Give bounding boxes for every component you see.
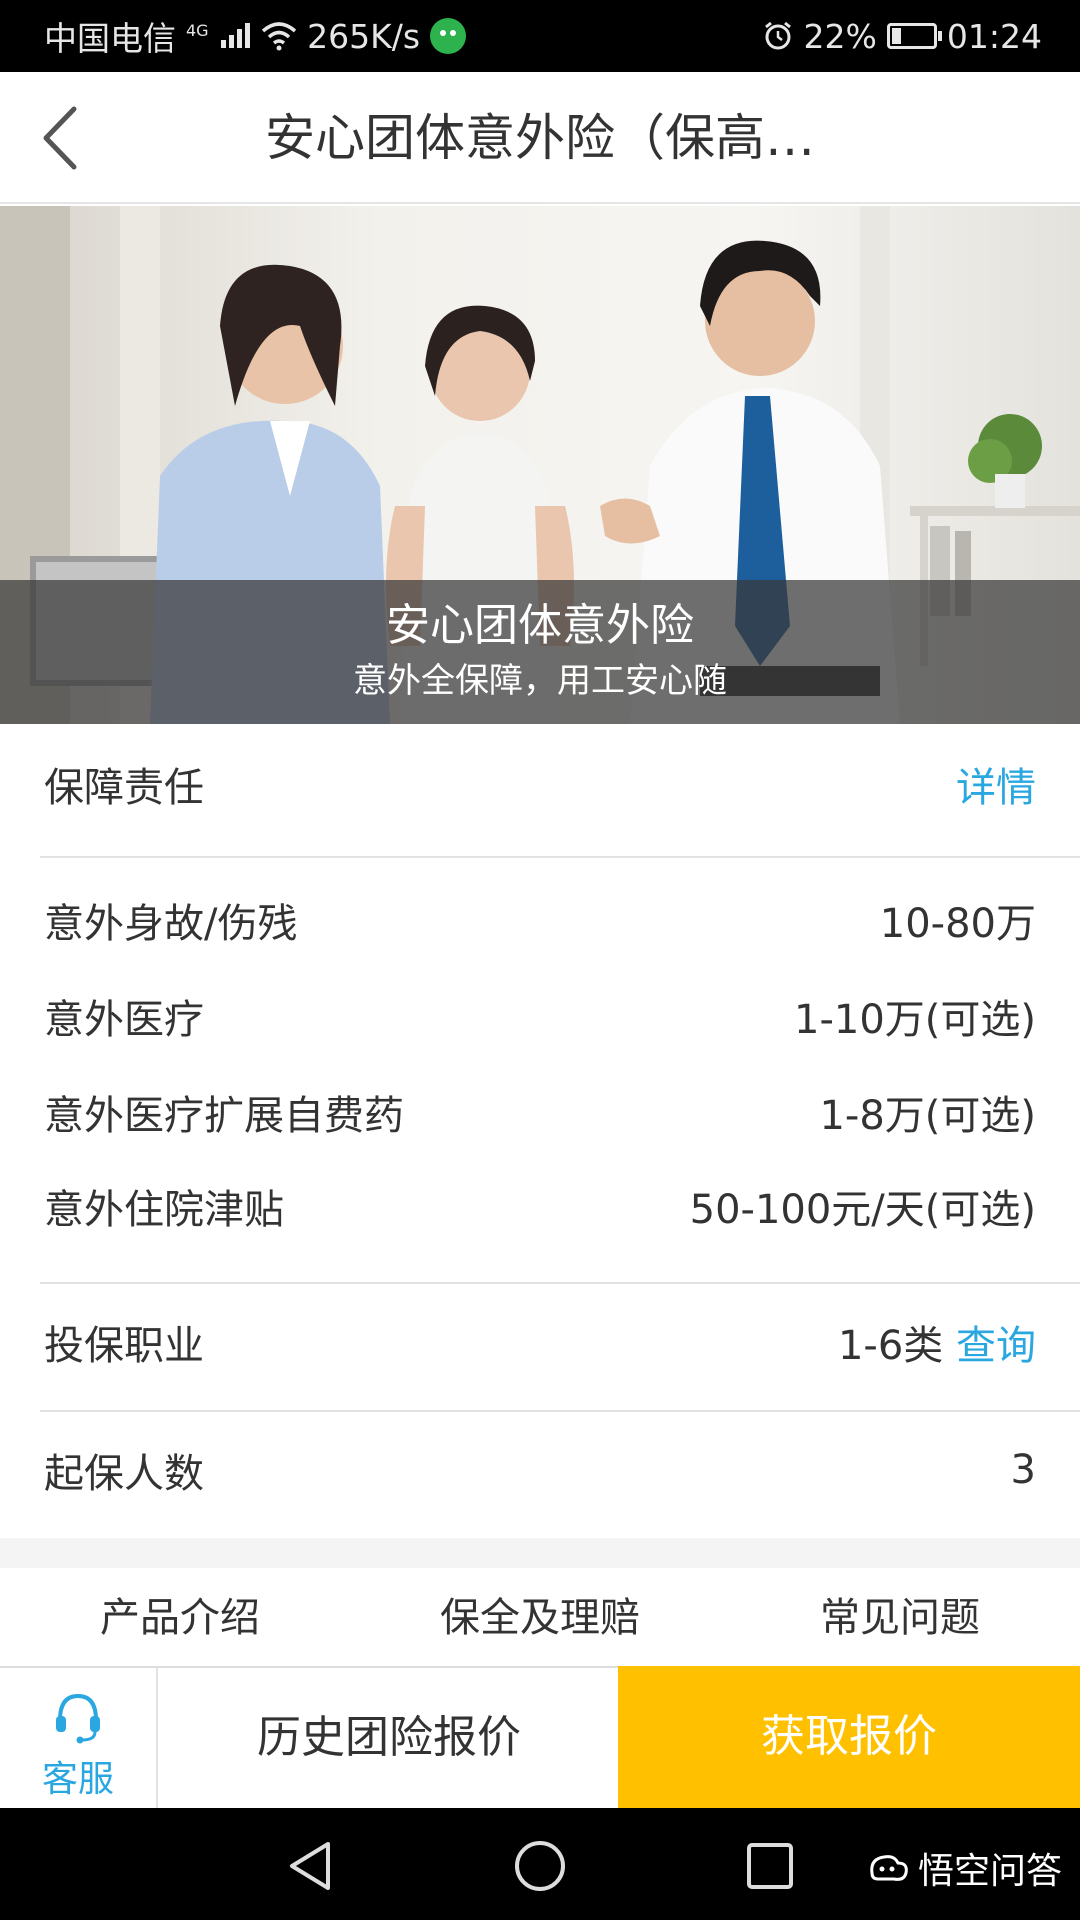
network-type: 4G <box>186 20 209 40</box>
coverage-item-label: 意外身故/伤残 <box>44 901 298 947</box>
coverage-item: 意外身故/伤残 10-80万 <box>44 882 1036 958</box>
min-people-value: 3 <box>1010 1447 1036 1493</box>
occupation-query-link[interactable]: 查询 <box>956 1323 1036 1369</box>
coverage-item-value: 50-100元/天(可选) <box>689 1187 1036 1233</box>
product-banner[interactable]: 安心团体意外险 意外全保障，用工安心随 <box>0 206 1080 724</box>
banner-title: 安心团体意外险 <box>386 600 694 651</box>
nav-back-icon[interactable] <box>280 1836 340 1896</box>
tab-faq[interactable]: 常见问题 <box>720 1570 1080 1666</box>
coverage-item: 意外住院津贴 50-100元/天(可选) <box>44 1168 1036 1244</box>
headset-icon <box>56 1693 100 1744</box>
tab-claims[interactable]: 保全及理赔 <box>360 1570 720 1666</box>
coverage-item: 意外医疗 1-10万(可选) <box>44 978 1036 1054</box>
divider <box>40 856 1080 858</box>
banner-caption: 安心团体意外险 意外全保障，用工安心随 <box>0 580 1080 724</box>
coverage-header-row: 保障责任 详情 <box>44 744 1036 824</box>
coverage-detail-link[interactable]: 详情 <box>956 755 1036 813</box>
battery-percent: 22% <box>803 16 877 56</box>
divider <box>40 1282 1080 1284</box>
coverage-item-value: 1-8万(可选) <box>819 1093 1036 1139</box>
wechat-icon <box>430 18 467 54</box>
signal-icon: 4G <box>186 17 251 56</box>
watermark: 悟空问答 <box>866 1842 1062 1894</box>
coverage-item-label: 意外医疗扩展自费药 <box>44 1093 404 1139</box>
carrier-label: 中国电信 <box>44 19 176 58</box>
network-speed: 265K/s <box>307 16 421 56</box>
nav-home-icon[interactable] <box>510 1836 570 1896</box>
status-bar: 中国电信 4G 265K/s 22% 01:24 <box>0 0 1080 72</box>
nav-recents-icon[interactable] <box>740 1836 800 1896</box>
back-button[interactable] <box>24 102 96 174</box>
app-header: 安心团体意外险（保高… <box>0 72 1080 204</box>
occupation-row: 投保职业 1-6类 查询 <box>44 1300 1036 1384</box>
coverage-item-value: 10-80万 <box>879 901 1036 947</box>
history-quote-button[interactable]: 历史团险报价 <box>160 1668 618 1808</box>
clock: 01:24 <box>946 16 1042 56</box>
product-tabs: 产品介绍 保全及理赔 常见问题 <box>0 1570 1080 1666</box>
alarm-icon <box>764 21 791 50</box>
watermark-text: 悟空问答 <box>917 1851 1062 1892</box>
coverage-item-value: 1-10万(可选) <box>794 997 1036 1043</box>
tab-product-intro[interactable]: 产品介绍 <box>0 1570 360 1666</box>
action-bar: 客服 历史团险报价 获取报价 <box>0 1666 1080 1810</box>
system-nav-bar: 悟空问答 <box>0 1808 1080 1920</box>
coverage-item: 意外医疗扩展自费药 1-8万(可选) <box>44 1074 1036 1150</box>
banner-subtitle: 意外全保障，用工安心随 <box>353 661 727 701</box>
section-gap <box>0 1538 1080 1568</box>
occupation-label: 投保职业 <box>44 1323 204 1369</box>
customer-service-button[interactable]: 客服 <box>0 1668 158 1808</box>
get-quote-button[interactable]: 获取报价 <box>618 1666 1080 1810</box>
coverage-label: 保障责任 <box>44 765 204 811</box>
wifi-icon <box>261 22 297 51</box>
occupation-value-group: 1-6类 查询 <box>838 1313 1036 1371</box>
occupation-value: 1-6类 <box>837 1323 944 1369</box>
battery-level-fill <box>891 28 901 44</box>
coverage-item-label: 意外住院津贴 <box>44 1187 284 1233</box>
customer-service-label: 客服 <box>41 1759 114 1800</box>
min-people-row: 起保人数 3 <box>44 1428 1036 1512</box>
wukong-logo-icon <box>870 1855 908 1881</box>
coverage-item-label: 意外医疗 <box>44 997 204 1043</box>
battery-icon <box>886 23 942 49</box>
divider <box>40 1410 1080 1412</box>
min-people-label: 起保人数 <box>44 1451 204 1497</box>
page-title: 安心团体意外险（保高… <box>265 109 815 167</box>
chevron-left-icon <box>43 106 77 170</box>
